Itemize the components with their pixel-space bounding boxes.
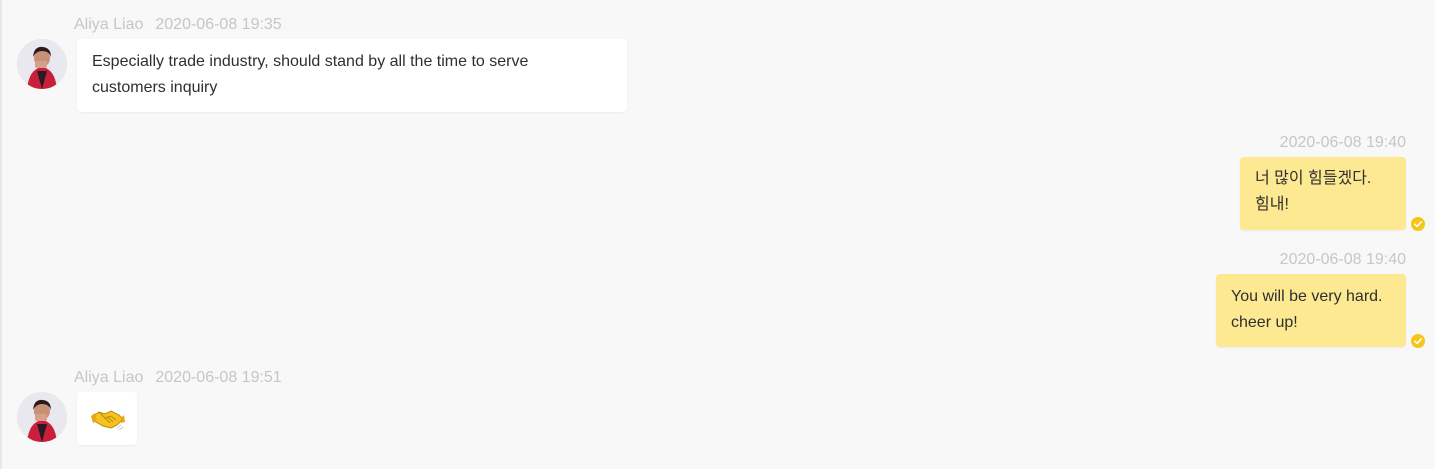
message-text-line: You will be very hard. <box>1231 288 1383 305</box>
message-timestamp: 2020-06-08 19:51 <box>155 369 282 386</box>
message-timestamp: 2020-06-08 19:35 <box>155 16 282 33</box>
message-meta: 2020-06-08 19:40 <box>1280 133 1406 153</box>
message-timestamp: 2020-06-08 19:40 <box>1279 134 1406 151</box>
sticker-bubble[interactable] <box>77 392 137 445</box>
message-text-line: Especially trade industry, should stand … <box>92 53 529 70</box>
handshake-icon <box>91 410 125 431</box>
read-check-icon <box>1411 334 1425 348</box>
message-meta: 2020-06-08 19:40 <box>1280 250 1406 270</box>
message-text-line: 너 많이 힘들겠다. <box>1255 170 1372 187</box>
sender-name: Aliya Liao <box>74 369 144 386</box>
message-text-line: 힘내! <box>1255 196 1289 213</box>
read-check-icon <box>1411 217 1425 231</box>
message-bubble[interactable]: 너 많이 힘들겠다. 힘내! <box>1240 157 1406 230</box>
message-text-line: customers inquiry <box>92 79 218 96</box>
message-bubble[interactable]: Especially trade industry, should stand … <box>77 39 627 112</box>
message-timestamp: 2020-06-08 19:40 <box>1279 251 1406 268</box>
avatar[interactable] <box>17 39 67 89</box>
avatar[interactable] <box>17 392 67 442</box>
sender-name: Aliya Liao <box>74 16 144 33</box>
message-meta: Aliya Liao 2020-06-08 19:51 <box>74 368 282 388</box>
message-text-line: cheer up! <box>1231 314 1298 331</box>
panel-left-border <box>0 0 2 469</box>
message-meta: Aliya Liao 2020-06-08 19:35 <box>74 15 282 35</box>
message-bubble[interactable]: You will be very hard. cheer up! <box>1216 274 1406 347</box>
